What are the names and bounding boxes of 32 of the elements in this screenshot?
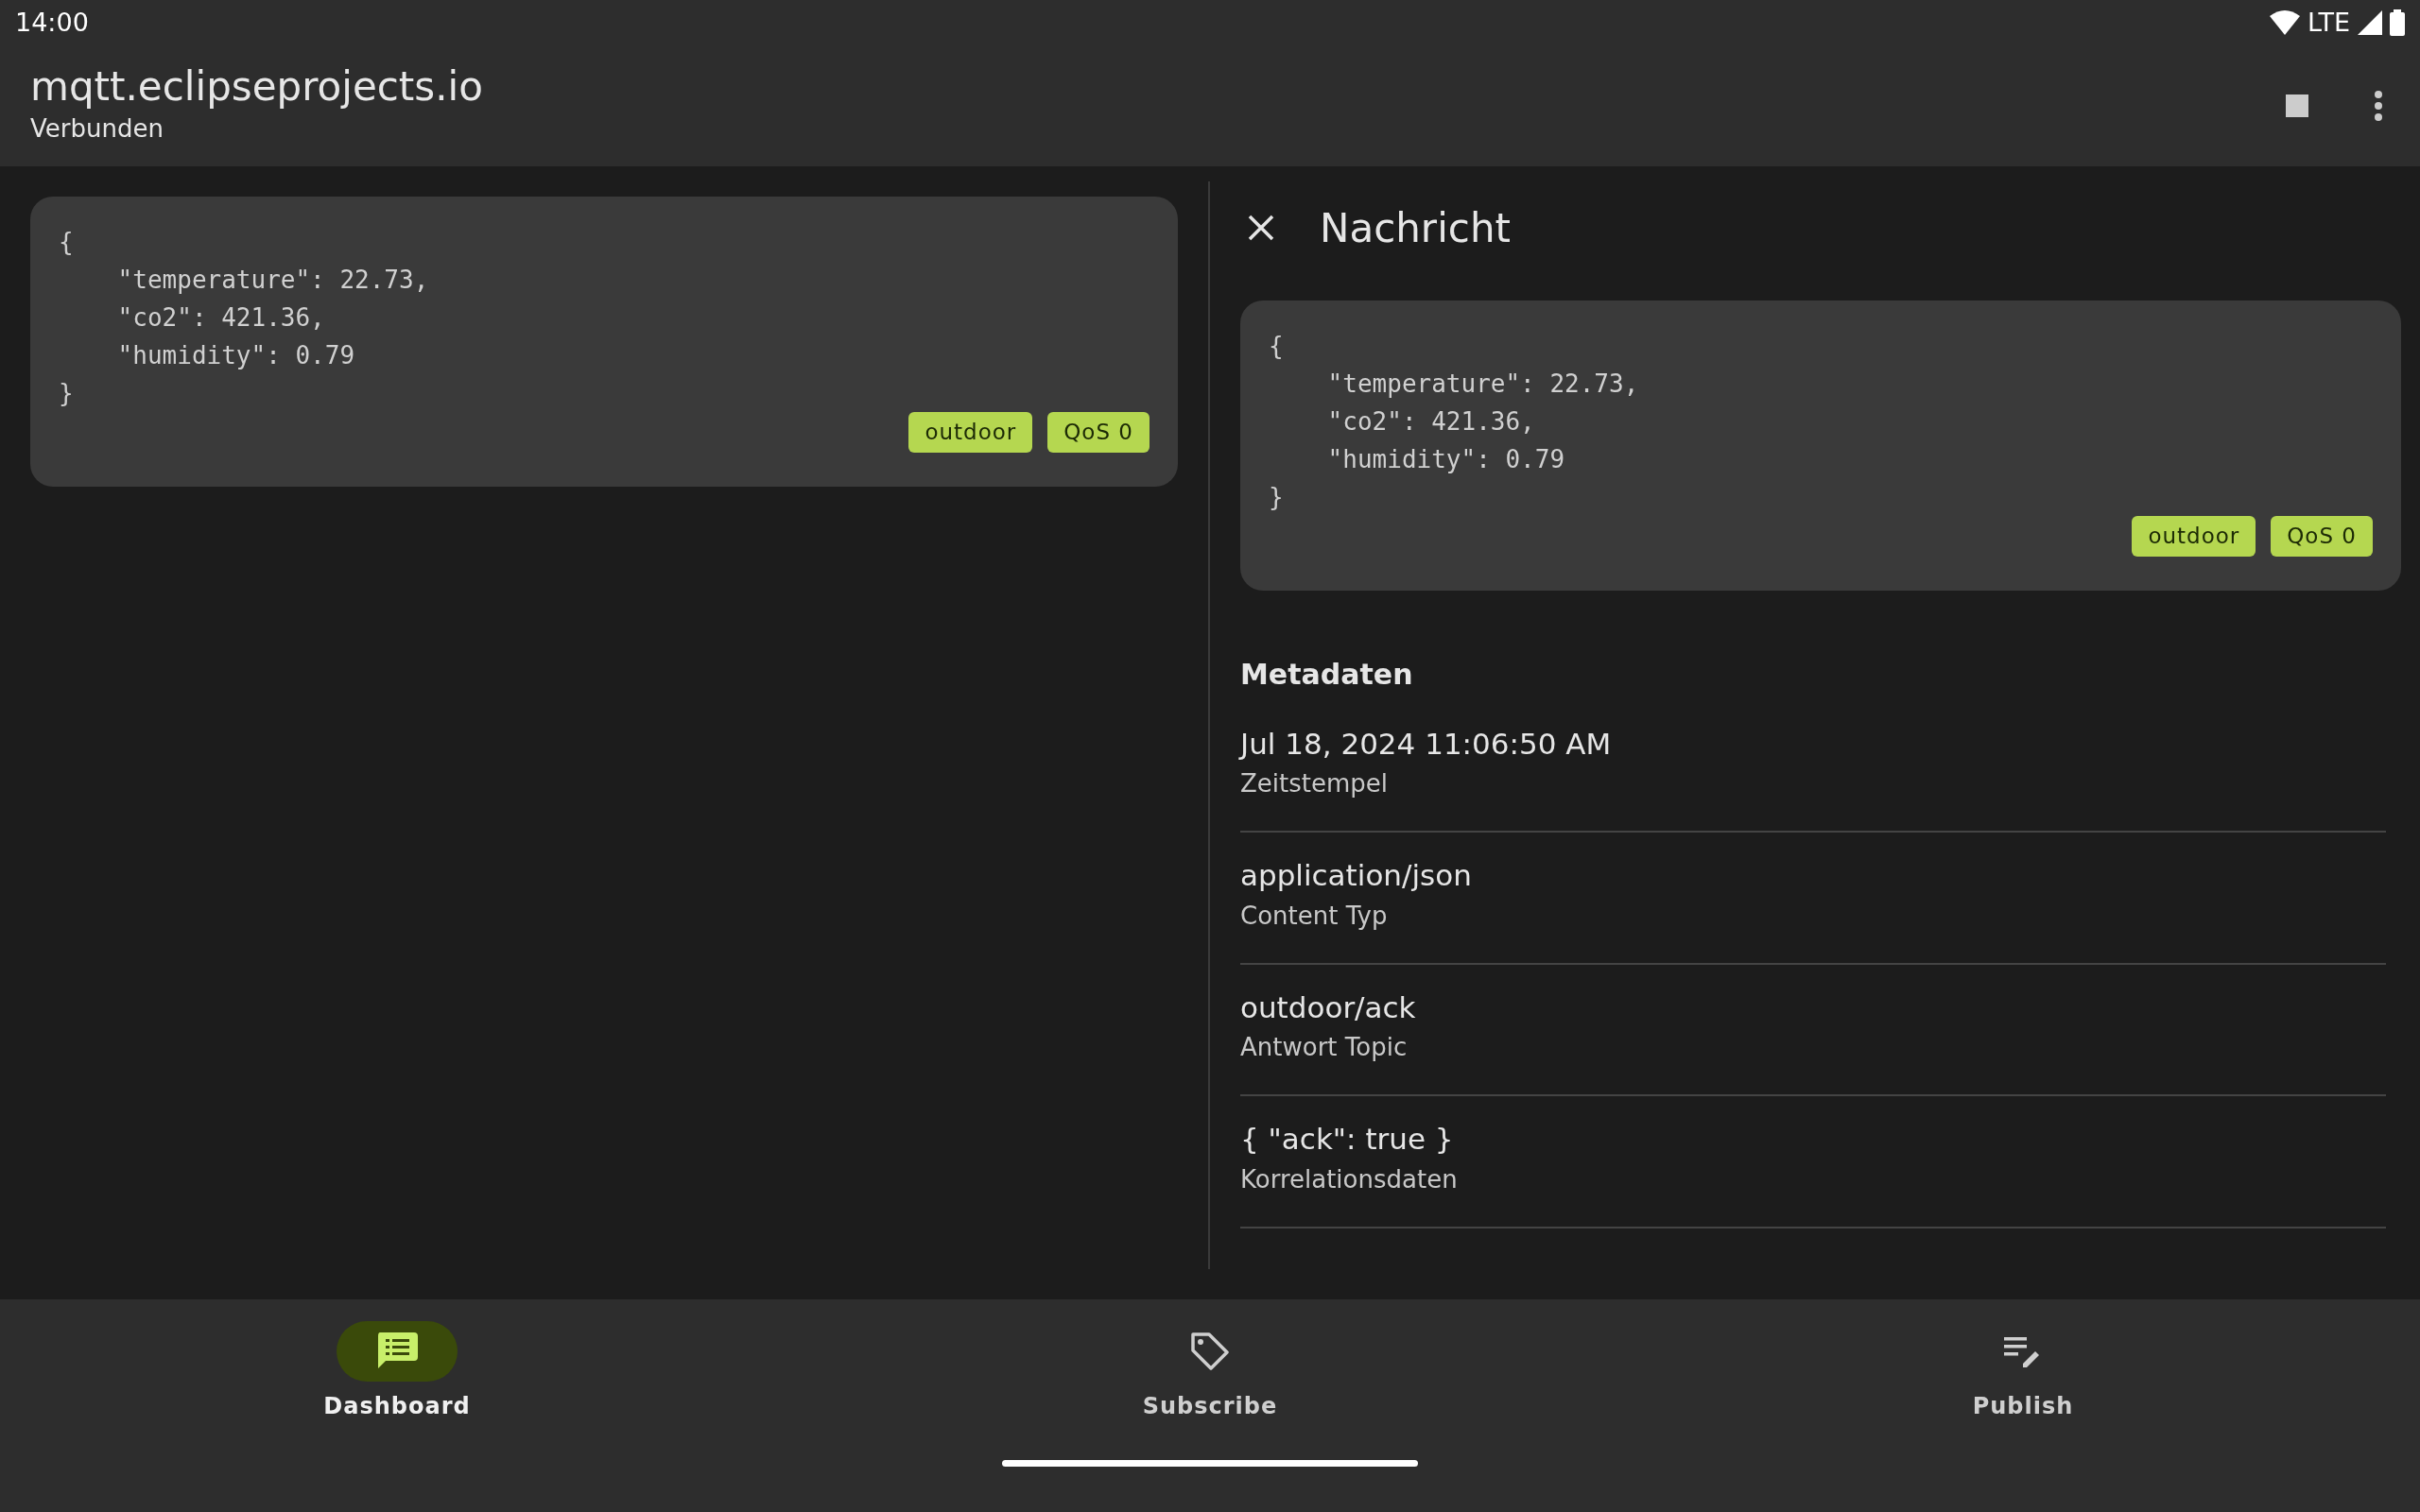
metadata-value: Jul 18, 2024 11:06:50 AM [1240, 725, 1613, 763]
edit-list-icon [2004, 1335, 2042, 1367]
tag-icon [1190, 1332, 1230, 1371]
metadata-value: outdoor/ack [1240, 988, 1417, 1026]
metadata-value: { "ack": true } [1240, 1121, 1455, 1158]
metadata-label: Zeitstempel [1240, 768, 1389, 799]
section-heading: Metadaten [1240, 656, 1414, 693]
message-card[interactable]: { "temperature": 22.73, "co2": 421.36, "humidity": 0.79 } outdoor QoS 0 [30, 197, 1178, 487]
close-icon[interactable] [1248, 215, 1274, 241]
network-type: LTE [2308, 6, 2350, 39]
metadata-label: Korrelationsdaten [1240, 1163, 1459, 1195]
tag-chip: outdoor [908, 412, 1033, 453]
nav-tab[interactable]: Subscribe [1068, 1320, 1352, 1424]
signal-icon [2358, 10, 2382, 35]
status-time: 14:00 [15, 6, 89, 39]
message-payload: { "temperature": 22.73, "co2": 421.36, "humidity": 0.79 } [1269, 331, 1640, 513]
app-title: mqtt.eclipseprojects.io [30, 64, 483, 111]
detail-title: Nachricht [1320, 203, 1511, 253]
chat-list-icon [376, 1332, 418, 1370]
message-payload: { "temperature": 22.73, "co2": 421.36, "humidity": 0.79 } [59, 227, 430, 409]
wifi-icon [2270, 10, 2301, 35]
more-options-icon[interactable] [2375, 91, 2382, 121]
battery-icon [2390, 9, 2405, 36]
metadata-label: Content Typ [1240, 900, 1389, 932]
metadata-value: application/json [1240, 857, 1473, 894]
nav-tab[interactable]: Dashboard [255, 1320, 539, 1424]
connection-status: Verbunden [30, 112, 164, 145]
metadata-label: Antwort Topic [1240, 1032, 1409, 1063]
tag-chip: outdoor [2132, 516, 2256, 557]
tag-chip: QoS 0 [1047, 412, 1150, 453]
tag-chip: QoS 0 [2271, 516, 2373, 557]
nav-tab[interactable]: Publish [1881, 1320, 2165, 1424]
